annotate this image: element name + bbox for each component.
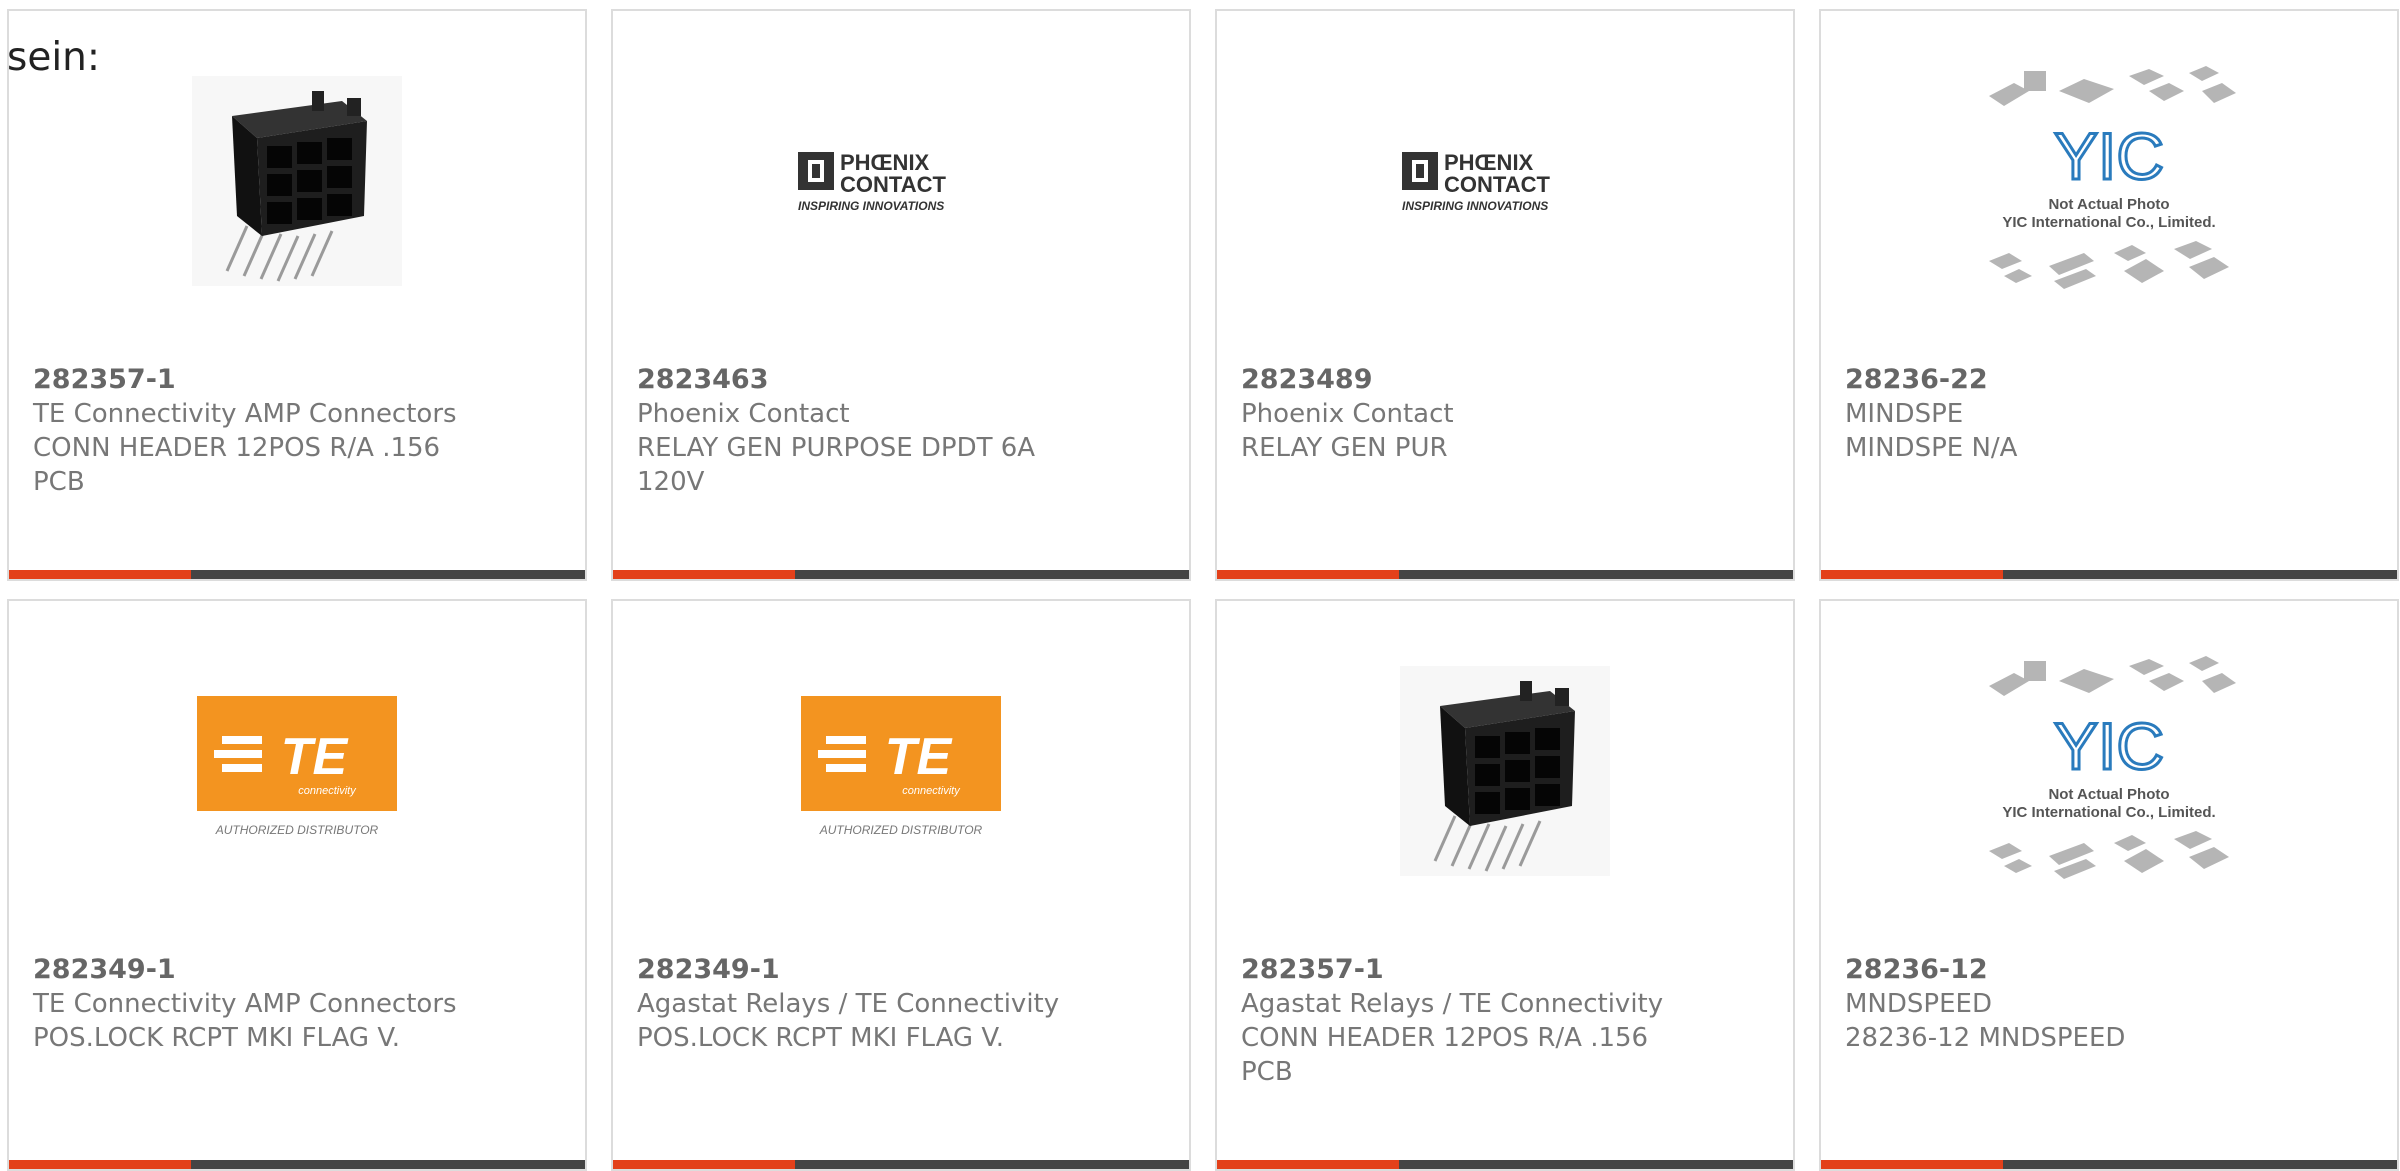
card-bottom-bar	[1217, 1160, 1793, 1169]
svg-text:YIC: YIC	[2054, 709, 2164, 783]
part-number[interactable]: 282357-1	[33, 363, 561, 397]
card-accent-bar	[9, 570, 191, 579]
manufacturer: Agastat Relays / TE Connectivity	[1241, 989, 1664, 1019]
part-number[interactable]: 2823489	[1241, 363, 1769, 397]
phoenix-contact-logo: PHŒNIX CONTACT INSPIRING INNOVATIONS	[798, 150, 946, 213]
manufacturer: Phoenix Contact	[637, 399, 850, 429]
description: POS.LOCK RCPT MKI FLAG V.	[33, 1023, 401, 1053]
part-number[interactable]: 282357-1	[1241, 953, 1769, 987]
card-bottom-bar	[613, 570, 1189, 579]
part-number[interactable]: 2823463	[637, 363, 1165, 397]
description: CONN HEADER 12POS R/A .156 PCB	[33, 433, 441, 497]
product-card[interactable]: 282357-1 Agastat Relays / TE Connectivit…	[1215, 599, 1795, 1171]
product-card[interactable]: PHŒNIX CONTACT INSPIRING INNOVATIONS 282…	[1215, 9, 1795, 581]
product-card[interactable]: YIC Not Actual Photo YIC International C…	[1819, 9, 2399, 581]
page-lead-text: sein:	[7, 35, 101, 80]
card-accent-bar	[9, 1160, 191, 1169]
product-card[interactable]: PHŒNIX CONTACT INSPIRING INNOVATIONS 282…	[611, 9, 1191, 581]
card-accent-bar	[613, 1160, 795, 1169]
card-bottom-bar	[613, 1160, 1189, 1169]
card-accent-bar	[1217, 1160, 1399, 1169]
svg-text:connectivity: connectivity	[298, 785, 357, 797]
description: 28236-12 MNDSPEED	[1845, 1023, 2126, 1053]
card-accent-bar	[613, 570, 795, 579]
card-accent-bar	[1821, 1160, 2003, 1169]
svg-text:TE: TE	[281, 728, 349, 786]
svg-text:AUTHORIZED DISTRIBUTOR: AUTHORIZED DISTRIBUTOR	[819, 823, 983, 837]
svg-text:YIC International Co., Limited: YIC International Co., Limited.	[2002, 804, 2215, 821]
product-card[interactable]: YIC Not Actual Photo YIC International C…	[1819, 599, 2399, 1171]
svg-text:Not Actual Photo: Not Actual Photo	[2048, 196, 2169, 213]
product-image[interactable]: TE connectivity AUTHORIZED DISTRIBUTOR	[613, 661, 1189, 881]
connector-photo-icon	[1400, 666, 1610, 876]
product-card[interactable]: 282357-1 TE Connectivity AMP Connectors …	[7, 9, 587, 581]
svg-text:connectivity: connectivity	[902, 785, 961, 797]
manufacturer: Agastat Relays / TE Connectivity	[637, 989, 1060, 1019]
svg-text:Not Actual Photo: Not Actual Photo	[2048, 786, 2169, 803]
te-connectivity-logo: TE connectivity AUTHORIZED DISTRIBUTOR	[197, 696, 397, 837]
manufacturer: TE Connectivity AMP Connectors	[33, 989, 457, 1019]
product-image[interactable]	[9, 71, 585, 291]
svg-text:CONTACT: CONTACT	[1444, 172, 1550, 197]
part-number[interactable]: 28236-12	[1845, 953, 2373, 987]
part-number[interactable]: 282349-1	[33, 953, 561, 987]
card-bottom-bar	[1821, 1160, 2397, 1169]
phoenix-contact-logo: PHŒNIX CONTACT INSPIRING INNOVATIONS	[1402, 150, 1550, 213]
product-image[interactable]: PHŒNIX CONTACT INSPIRING INNOVATIONS	[613, 71, 1189, 291]
svg-text:CONTACT: CONTACT	[840, 172, 946, 197]
yic-placeholder-icon: YIC Not Actual Photo YIC International C…	[1989, 656, 2236, 879]
product-image[interactable]: TE connectivity AUTHORIZED DISTRIBUTOR	[9, 661, 585, 881]
svg-text:TE: TE	[885, 728, 953, 786]
product-image[interactable]: YIC Not Actual Photo YIC International C…	[1821, 656, 2397, 881]
connector-photo-icon	[192, 76, 402, 286]
card-bottom-bar	[9, 570, 585, 579]
description: POS.LOCK RCPT MKI FLAG V.	[637, 1023, 1005, 1053]
card-bottom-bar	[1821, 570, 2397, 579]
description: RELAY GEN PURPOSE DPDT 6A 120V	[637, 433, 1036, 497]
part-number[interactable]: 28236-22	[1845, 363, 2373, 397]
product-image[interactable]	[1217, 661, 1793, 881]
card-accent-bar	[1217, 570, 1399, 579]
manufacturer: TE Connectivity AMP Connectors	[33, 399, 457, 429]
product-image[interactable]: PHŒNIX CONTACT INSPIRING INNOVATIONS	[1217, 71, 1793, 291]
part-number[interactable]: 282349-1	[637, 953, 1165, 987]
card-bottom-bar	[9, 1160, 585, 1169]
description: CONN HEADER 12POS R/A .156 PCB	[1241, 1023, 1649, 1087]
svg-text:YIC International Co., Limited: YIC International Co., Limited.	[2002, 214, 2215, 231]
svg-text:INSPIRING INNOVATIONS: INSPIRING INNOVATIONS	[798, 199, 944, 213]
manufacturer: Phoenix Contact	[1241, 399, 1454, 429]
description: RELAY GEN PUR	[1241, 433, 1448, 463]
card-bottom-bar	[1217, 570, 1793, 579]
product-card[interactable]: TE connectivity AUTHORIZED DISTRIBUTOR 2…	[611, 599, 1191, 1171]
yic-placeholder-icon: YIC Not Actual Photo YIC International C…	[1989, 66, 2236, 289]
manufacturer: MNDSPEED	[1845, 989, 1992, 1019]
manufacturer: MINDSPE	[1845, 399, 1964, 429]
card-accent-bar	[1821, 570, 2003, 579]
product-card[interactable]: TE connectivity AUTHORIZED DISTRIBUTOR 2…	[7, 599, 587, 1171]
svg-text:INSPIRING INNOVATIONS: INSPIRING INNOVATIONS	[1402, 199, 1548, 213]
product-image[interactable]: YIC Not Actual Photo YIC International C…	[1821, 66, 2397, 291]
te-connectivity-logo: TE connectivity AUTHORIZED DISTRIBUTOR	[801, 696, 1001, 837]
description: MINDSPE N/A	[1845, 433, 2018, 463]
svg-text:AUTHORIZED DISTRIBUTOR: AUTHORIZED DISTRIBUTOR	[215, 823, 379, 837]
svg-text:YIC: YIC	[2054, 119, 2164, 193]
